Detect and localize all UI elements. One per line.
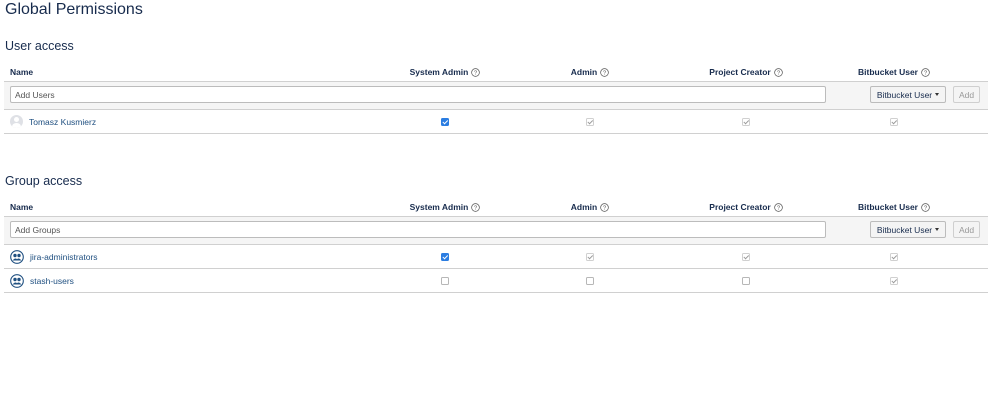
admin-column-header: Admin — [570, 67, 598, 77]
user-link[interactable]: Tomasz Kusmierz — [29, 117, 96, 127]
bitbucket-user-column-header: Bitbucket User — [858, 67, 918, 77]
system-admin-column-header: System Admin — [409, 202, 469, 212]
bitbucket-user-checkbox[interactable] — [890, 252, 898, 261]
user-permission-dropdown[interactable]: Bitbucket User — [870, 86, 946, 103]
table-row: jira-administrators — [4, 245, 988, 269]
bitbucket-user-checkbox[interactable] — [890, 276, 898, 285]
user-access-table: Name System Admin ? Admin ? Project Crea… — [4, 63, 988, 134]
question-circle-icon[interactable]: ? — [471, 67, 481, 77]
user-avatar-icon — [10, 115, 23, 128]
table-header: Name System Admin ? Admin ? Project Crea… — [4, 63, 988, 82]
admin-checkbox[interactable] — [586, 117, 594, 126]
group-link[interactable]: stash-users — [30, 276, 74, 286]
table-header: Name System Admin ? Admin ? Project Crea… — [4, 198, 988, 217]
add-user-row: Bitbucket User Add — [4, 82, 988, 110]
system-admin-column-header: System Admin — [409, 67, 469, 77]
group-permission-dropdown-label: Bitbucket User — [876, 224, 933, 235]
bitbucket-user-column-header: Bitbucket User — [858, 202, 918, 212]
name-column-header: Name — [10, 202, 34, 212]
question-circle-icon[interactable]: ? — [600, 67, 609, 77]
user-permission-dropdown-label: Bitbucket User — [876, 89, 933, 100]
user-access-title: User access — [5, 39, 74, 53]
group-link[interactable]: jira-administrators — [30, 252, 98, 262]
system-admin-checkbox[interactable] — [441, 252, 449, 261]
group-icon — [10, 273, 24, 288]
add-group-button[interactable]: Add — [953, 221, 980, 238]
system-admin-checkbox[interactable] — [441, 276, 449, 285]
question-circle-icon[interactable]: ? — [471, 202, 481, 212]
name-column-header: Name — [10, 67, 34, 77]
admin-checkbox[interactable] — [586, 276, 594, 285]
system-admin-checkbox[interactable] — [441, 117, 449, 126]
group-access-title: Group access — [5, 174, 83, 188]
page-title: Global Permissions — [5, 1, 143, 18]
project-creator-checkbox[interactable] — [742, 117, 750, 126]
question-circle-icon[interactable]: ? — [773, 202, 783, 212]
add-users-input[interactable] — [10, 86, 826, 103]
caret-down-icon — [935, 93, 940, 96]
question-circle-icon[interactable]: ? — [921, 67, 930, 77]
group-icon — [10, 249, 24, 264]
table-row: stash-users — [4, 269, 988, 293]
group-access-table: Name System Admin ? Admin ? Project Crea… — [4, 198, 988, 293]
question-circle-icon[interactable]: ? — [773, 67, 783, 77]
project-creator-column-header: Project Creator — [709, 67, 771, 77]
caret-down-icon — [935, 228, 940, 231]
admin-column-header: Admin — [570, 202, 598, 212]
table-row: Tomasz Kusmierz — [4, 110, 988, 134]
question-circle-icon[interactable]: ? — [600, 202, 609, 212]
project-creator-column-header: Project Creator — [709, 202, 771, 212]
add-groups-input[interactable] — [10, 221, 826, 238]
bitbucket-user-checkbox[interactable] — [890, 117, 898, 126]
add-user-button[interactable]: Add — [953, 86, 980, 103]
question-circle-icon[interactable]: ? — [921, 202, 930, 212]
add-group-row: Bitbucket User Add — [4, 217, 988, 245]
project-creator-checkbox[interactable] — [742, 252, 750, 261]
group-permission-dropdown[interactable]: Bitbucket User — [870, 221, 946, 238]
admin-checkbox[interactable] — [586, 252, 594, 261]
project-creator-checkbox[interactable] — [742, 276, 750, 285]
